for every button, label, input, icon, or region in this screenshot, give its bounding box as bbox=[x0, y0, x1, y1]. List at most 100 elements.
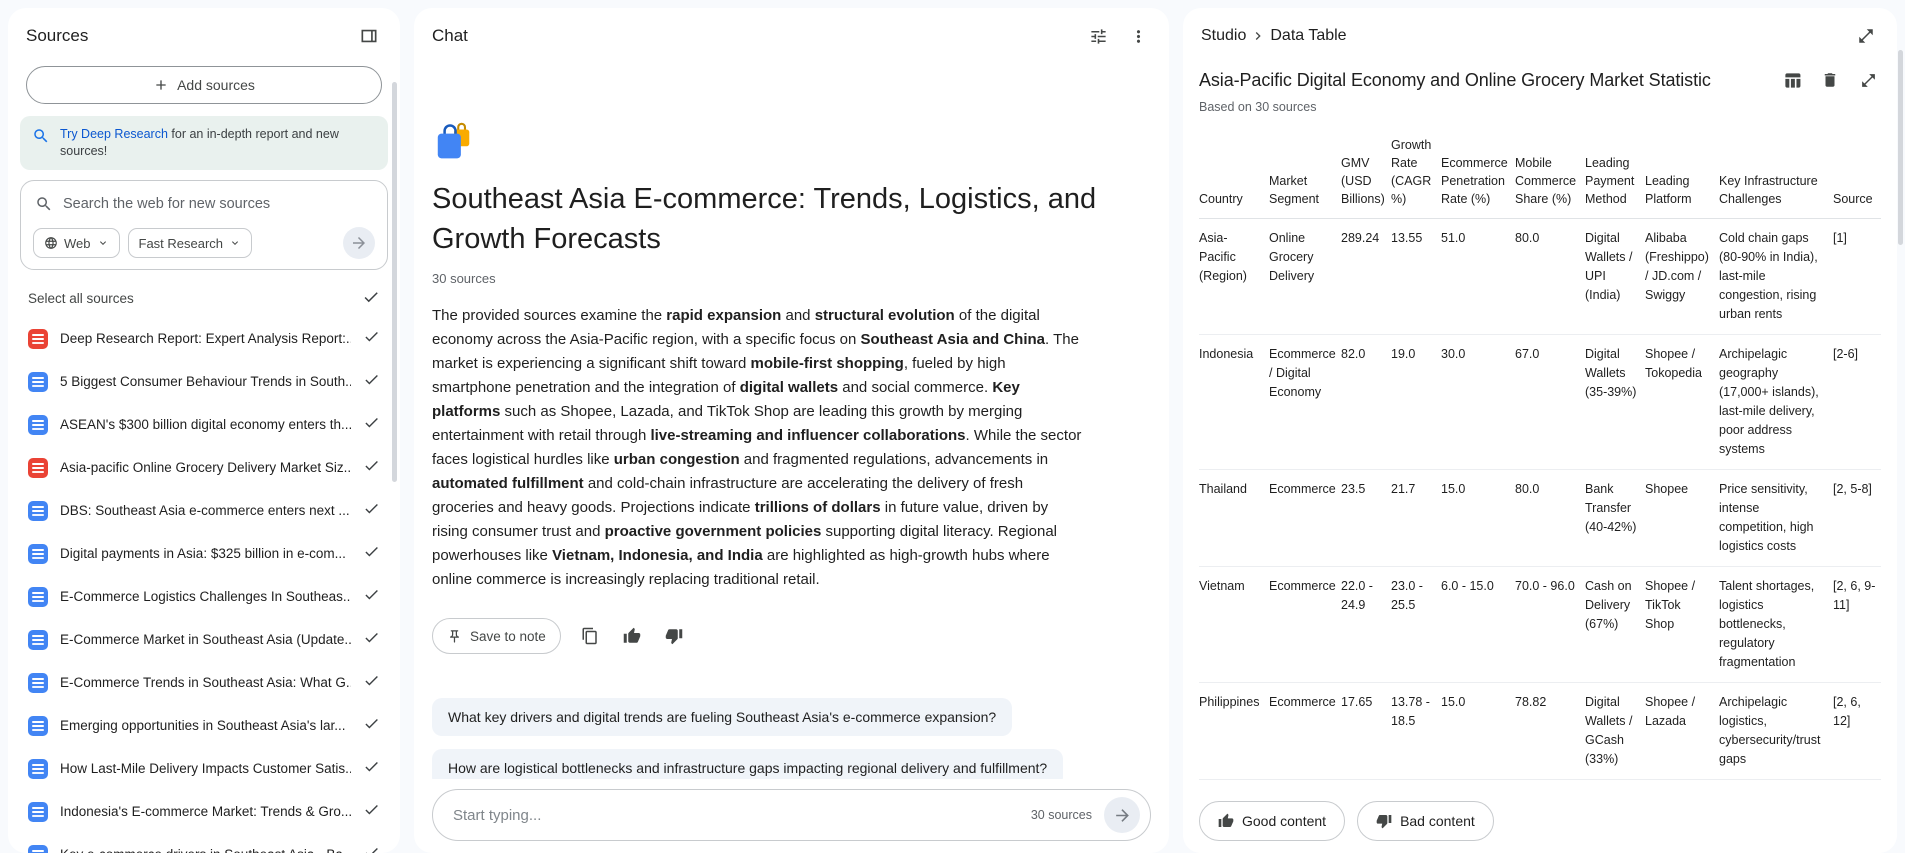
source-checkbox[interactable] bbox=[363, 629, 380, 651]
source-item-label: DBS: Southeast Asia e-commerce enters ne… bbox=[60, 503, 350, 518]
check-icon bbox=[365, 847, 378, 853]
chat-more-icon[interactable] bbox=[1125, 23, 1151, 49]
sources-scrollbar[interactable] bbox=[392, 82, 397, 482]
deep-research-link[interactable]: Try Deep Research bbox=[60, 127, 168, 141]
delete-icon[interactable] bbox=[1817, 67, 1843, 93]
source-item-label: E-Commerce Logistics Challenges In South… bbox=[60, 589, 351, 604]
source-checkbox[interactable] bbox=[363, 801, 380, 823]
table-cell: 30.0 bbox=[1441, 334, 1515, 470]
check-icon bbox=[365, 331, 378, 341]
source-checkbox[interactable] bbox=[363, 500, 380, 522]
source-checkbox[interactable] bbox=[363, 758, 380, 780]
source-list-item[interactable]: Digital payments in Asia: $325 billion i… bbox=[8, 532, 400, 575]
table-cell: Shopee bbox=[1645, 469, 1719, 567]
table-cell: 289.24 bbox=[1341, 218, 1391, 335]
source-list-item[interactable]: Asia-pacific Online Grocery Delivery Mar… bbox=[8, 446, 400, 489]
table-cell: Archipelagic logistics, cybersecurity/tr… bbox=[1719, 682, 1833, 780]
chat-composer[interactable]: 30 sources bbox=[432, 789, 1151, 841]
source-list-item[interactable]: E-Commerce Trends in Southeast Asia: Wha… bbox=[8, 661, 400, 704]
expand-panel-icon[interactable] bbox=[1853, 23, 1879, 49]
breadcrumb-data-table: Data Table bbox=[1270, 27, 1347, 44]
bad-content-button[interactable]: Bad content bbox=[1357, 801, 1494, 841]
sources-panel: Sources Add sources Try Deep Research fo… bbox=[8, 8, 400, 853]
table-cell: Shopee / Lazada bbox=[1645, 682, 1719, 780]
search-submit-button[interactable] bbox=[343, 227, 375, 259]
source-checkbox[interactable] bbox=[363, 328, 380, 350]
source-checkbox[interactable] bbox=[363, 543, 380, 565]
table-row: Indonesia Ecommerce / Digital Economy 82.0… bbox=[1199, 334, 1881, 470]
source-item-label: ASEAN's $300 billion digital economy ent… bbox=[60, 417, 351, 432]
source-list-item[interactable]: Indonesia's E-commerce Market: Trends & … bbox=[8, 790, 400, 833]
source-item-label: E-Commerce Market in Southeast Asia (Upd… bbox=[60, 632, 351, 647]
breadcrumb-studio[interactable]: Studio bbox=[1201, 27, 1246, 45]
table-cell: 23.5 bbox=[1341, 469, 1391, 567]
table-cell: Archipelagic geography (17,000+ islands)… bbox=[1719, 334, 1833, 470]
globe-icon bbox=[45, 237, 57, 249]
chevron-down-icon bbox=[99, 241, 106, 245]
arrow-right-icon bbox=[353, 237, 365, 249]
research-mode-chip[interactable]: Fast Research bbox=[127, 228, 253, 258]
source-checkbox[interactable] bbox=[363, 672, 380, 694]
source-checkbox[interactable] bbox=[363, 844, 380, 853]
source-list-item[interactable]: Deep Research Report: Expert Analysis Re… bbox=[8, 317, 400, 360]
table-cell: Digital Wallets / UPI (India) bbox=[1585, 218, 1645, 335]
source-list-item[interactable]: Key e-commerce drivers in Southeast Asia… bbox=[8, 833, 400, 853]
source-doc-icon bbox=[28, 328, 48, 349]
table-cell: 15.0 bbox=[1441, 682, 1515, 780]
copy-icon[interactable] bbox=[577, 623, 603, 649]
column-header: GMV (USD Billions) bbox=[1341, 136, 1391, 219]
chat-input[interactable] bbox=[453, 806, 1019, 824]
thumbs-down-icon[interactable] bbox=[661, 623, 687, 649]
source-item-label: How Last-Mile Delivery Impacts Customer … bbox=[60, 761, 351, 776]
source-list-item[interactable]: DBS: Southeast Asia e-commerce enters ne… bbox=[8, 489, 400, 532]
data-table-view: Asia-Pacific Digital Economy and Online … bbox=[1183, 64, 1897, 853]
table-cell: 70.0 - 96.0 bbox=[1515, 566, 1585, 683]
research-mode-label: Fast Research bbox=[138, 235, 224, 251]
table-cell: Ecommerce / Digital Economy bbox=[1269, 334, 1341, 470]
table-cell: 67.0 bbox=[1515, 334, 1585, 470]
suggested-question-chip[interactable]: How are logistical bottlenecks and infra… bbox=[432, 749, 1064, 779]
column-header: Leading Platform bbox=[1645, 136, 1719, 219]
column-header: Country bbox=[1199, 136, 1269, 219]
table-cell: 6.0 - 15.0 bbox=[1441, 566, 1515, 683]
add-sources-button[interactable]: Add sources bbox=[26, 66, 382, 104]
collapse-panel-icon[interactable] bbox=[356, 23, 382, 49]
source-list-item[interactable]: 5 Biggest Consumer Behaviour Trends in S… bbox=[8, 360, 400, 403]
source-list-item[interactable]: E-Commerce Market in Southeast Asia (Upd… bbox=[8, 618, 400, 661]
source-checkbox[interactable] bbox=[363, 715, 380, 737]
chat-panel-header: Chat bbox=[414, 8, 1169, 64]
search-icon bbox=[37, 197, 51, 211]
open-full-icon[interactable] bbox=[1855, 67, 1881, 93]
table-cell: 80.0 bbox=[1515, 218, 1585, 335]
window-scrollbar[interactable] bbox=[1898, 50, 1903, 245]
table-cell: Digital Wallets (35-39%) bbox=[1585, 334, 1645, 470]
suggested-question-chip[interactable]: What key drivers and digital trends are … bbox=[432, 698, 1013, 736]
chat-send-button[interactable] bbox=[1104, 797, 1140, 833]
save-to-note-button[interactable]: Save to note bbox=[432, 618, 561, 654]
source-doc-icon bbox=[28, 500, 48, 521]
web-filter-chip[interactable]: Web bbox=[33, 228, 120, 258]
source-checkbox[interactable] bbox=[363, 414, 380, 436]
source-checkbox[interactable] bbox=[363, 586, 380, 608]
table-cell: Ecommerce bbox=[1269, 566, 1341, 683]
source-list-item[interactable]: E-Commerce Logistics Challenges In South… bbox=[8, 575, 400, 618]
deep-research-icon bbox=[32, 127, 50, 150]
select-all-checkbox[interactable] bbox=[362, 288, 380, 309]
table-view-icon[interactable] bbox=[1779, 67, 1805, 93]
source-list-item[interactable]: Emerging opportunities in Southeast Asia… bbox=[8, 704, 400, 747]
source-checkbox[interactable] bbox=[363, 371, 380, 393]
source-list-item[interactable]: ASEAN's $300 billion digital economy ent… bbox=[8, 403, 400, 446]
source-list-item[interactable]: How Last-Mile Delivery Impacts Customer … bbox=[8, 747, 400, 790]
table-cell: 19.0 bbox=[1391, 334, 1441, 470]
thumbs-up-icon bbox=[1218, 813, 1234, 827]
table-row: Thailand Ecommerce 23.5 21.7 15.0 80.0 Bank Tr… bbox=[1199, 469, 1881, 567]
thumbs-up-icon[interactable] bbox=[619, 623, 645, 649]
data-table: Country Market Segment GMV (USD Billions) G… bbox=[1199, 136, 1881, 839]
good-content-button[interactable]: Good content bbox=[1199, 801, 1346, 841]
source-item-label: Indonesia's E-commerce Market: Trends & … bbox=[60, 804, 351, 819]
web-search-input[interactable] bbox=[63, 196, 373, 212]
source-doc-icon bbox=[28, 672, 48, 693]
feedback-bar: Good content Bad content bbox=[1183, 789, 1897, 853]
chat-settings-icon[interactable] bbox=[1085, 23, 1111, 49]
source-checkbox[interactable] bbox=[363, 457, 380, 479]
